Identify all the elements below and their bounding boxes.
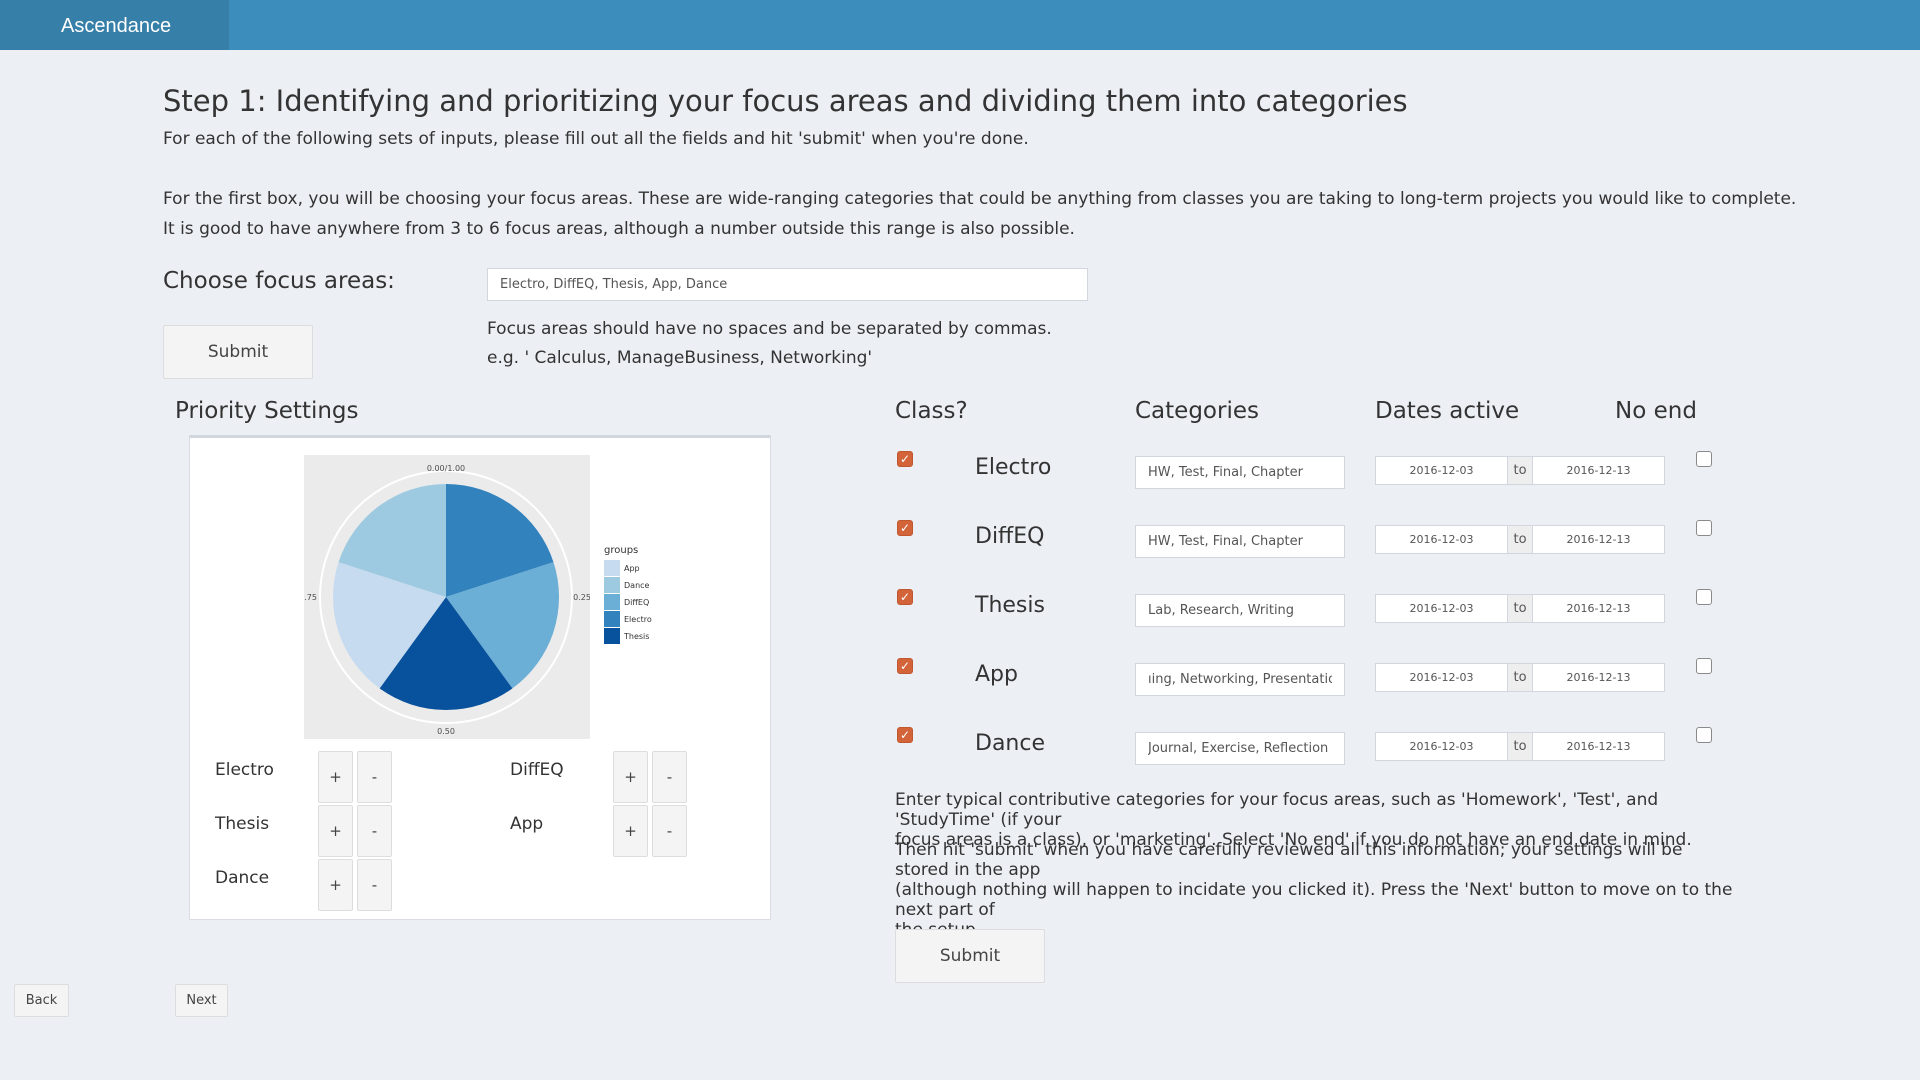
row-label-thesis: Thesis <box>975 593 1045 618</box>
submit-help-line-2: (although nothing will happen to incidat… <box>895 880 1733 920</box>
row-label-app: App <box>975 662 1018 687</box>
pie-axis-tick: 0.50 <box>437 727 455 736</box>
categories-input-dance[interactable] <box>1135 732 1345 765</box>
description-line-1: For the first box, you will be choosing … <box>163 189 1797 209</box>
focus-submit-button[interactable]: Submit <box>163 325 313 379</box>
categories-input-app[interactable] <box>1135 663 1345 696</box>
class-checkbox-electro[interactable]: ✓ <box>897 451 913 467</box>
focus-areas-input[interactable] <box>487 268 1088 301</box>
legend-title: groups <box>604 545 638 556</box>
priority-app-plus-button[interactable]: + <box>613 805 648 857</box>
priority-label-dance: Dance <box>215 868 270 888</box>
start-date-electro[interactable] <box>1375 456 1508 485</box>
categories-input-diffeq[interactable] <box>1135 525 1345 558</box>
row-label-dance: Dance <box>975 731 1045 756</box>
header-dates-active: Dates active <box>1375 398 1520 424</box>
date-to-label: to <box>1508 456 1532 485</box>
categories-input-electro[interactable] <box>1135 456 1345 489</box>
priority-pie-chart: 0.00/1.00 0.25 0.50 0.75 <box>299 455 591 739</box>
priority-thesis-plus-button[interactable]: + <box>318 805 353 857</box>
priority-settings-title: Priority Settings <box>175 398 359 424</box>
pie-axis-tick: 0.25 <box>573 593 590 602</box>
page-title: Step 1: Identifying and prioritizing you… <box>163 84 1408 118</box>
categories-input-thesis[interactable] <box>1135 594 1345 627</box>
focus-hint-2: e.g. ' Calculus, ManageBusiness, Network… <box>487 348 873 368</box>
end-date-thesis[interactable] <box>1532 594 1665 623</box>
focus-hint-1: Focus areas should have no spaces and be… <box>487 319 1052 339</box>
priority-electro-plus-button[interactable]: + <box>318 751 353 803</box>
legend-swatch-thesis <box>604 628 620 644</box>
priority-dance-plus-button[interactable]: + <box>318 859 353 911</box>
priority-thesis-minus-button[interactable]: - <box>357 805 392 857</box>
legend-swatch-dance <box>604 577 620 593</box>
legend-swatch-diffeq <box>604 594 620 610</box>
date-to-label: to <box>1508 594 1532 623</box>
back-button[interactable]: Back <box>14 984 69 1017</box>
priority-panel: 0.00/1.00 0.25 0.50 0.75 Electro + - DiffEQ… <box>189 435 771 920</box>
end-date-diffeq[interactable] <box>1532 525 1665 554</box>
focus-areas-label: Choose focus areas: <box>163 268 395 294</box>
app-brand[interactable]: Ascendance <box>0 0 229 50</box>
priority-diffeq-minus-button[interactable]: - <box>652 751 687 803</box>
class-checkbox-app[interactable]: ✓ <box>897 658 913 674</box>
row-label-electro: Electro <box>975 455 1052 480</box>
priority-label-app: App <box>510 814 544 834</box>
description-line-2: It is good to have anywhere from 3 to 6 … <box>163 219 1075 239</box>
date-to-label: to <box>1508 732 1532 761</box>
priority-dance-minus-button[interactable]: - <box>357 859 392 911</box>
legend-label-electro: Electro <box>624 615 652 624</box>
class-checkbox-thesis[interactable]: ✓ <box>897 589 913 605</box>
next-button[interactable]: Next <box>175 984 228 1017</box>
top-navbar: Ascendance <box>0 0 1920 50</box>
date-to-label: to <box>1508 525 1532 554</box>
categories-help-line-1: Enter typical contributive categories fo… <box>895 790 1659 830</box>
row-label-diffeq: DiffEQ <box>975 524 1045 549</box>
legend-label-app: App <box>624 564 640 573</box>
noend-checkbox-dance[interactable] <box>1696 727 1712 743</box>
class-checkbox-dance[interactable]: ✓ <box>897 727 913 743</box>
legend-label-diffeq: DiffEQ <box>624 598 649 607</box>
priority-electro-minus-button[interactable]: - <box>357 751 392 803</box>
legend-swatch-electro <box>604 611 620 627</box>
legend-label-dance: Dance <box>624 581 650 590</box>
priority-label-electro: Electro <box>215 760 274 780</box>
class-checkbox-diffeq[interactable]: ✓ <box>897 520 913 536</box>
categories-submit-button[interactable]: Submit <box>895 929 1045 983</box>
pie-axis-tick: 0.00/1.00 <box>427 464 465 473</box>
header-categories: Categories <box>1135 398 1259 424</box>
submit-help-text: Then hit 'submit' when you have carefull… <box>895 840 1735 940</box>
end-date-electro[interactable] <box>1532 456 1665 485</box>
priority-diffeq-plus-button[interactable]: + <box>613 751 648 803</box>
start-date-dance[interactable] <box>1375 732 1508 761</box>
priority-label-thesis: Thesis <box>215 814 270 834</box>
noend-checkbox-app[interactable] <box>1696 658 1712 674</box>
end-date-dance[interactable] <box>1532 732 1665 761</box>
noend-checkbox-thesis[interactable] <box>1696 589 1712 605</box>
submit-help-line-1: Then hit 'submit' when you have carefull… <box>895 840 1683 880</box>
noend-checkbox-diffeq[interactable] <box>1696 520 1712 536</box>
header-no-end: No end <box>1615 398 1697 424</box>
start-date-app[interactable] <box>1375 663 1508 692</box>
noend-checkbox-electro[interactable] <box>1696 451 1712 467</box>
start-date-thesis[interactable] <box>1375 594 1508 623</box>
priority-label-diffeq: DiffEQ <box>510 760 564 780</box>
legend-swatch-app <box>604 560 620 576</box>
end-date-app[interactable] <box>1532 663 1665 692</box>
header-class: Class? <box>895 398 968 424</box>
pie-svg: 0.00/1.00 0.25 0.50 0.75 <box>299 464 591 736</box>
date-to-label: to <box>1508 663 1532 692</box>
start-date-diffeq[interactable] <box>1375 525 1508 554</box>
pie-axis-tick: 0.75 <box>304 593 317 602</box>
legend-label-thesis: Thesis <box>623 632 649 641</box>
pie-legend: groups App Dance DiffEQ Electro Thesis <box>604 545 652 644</box>
instructions-text: For each of the following sets of inputs… <box>163 129 1029 149</box>
priority-app-minus-button[interactable]: - <box>652 805 687 857</box>
